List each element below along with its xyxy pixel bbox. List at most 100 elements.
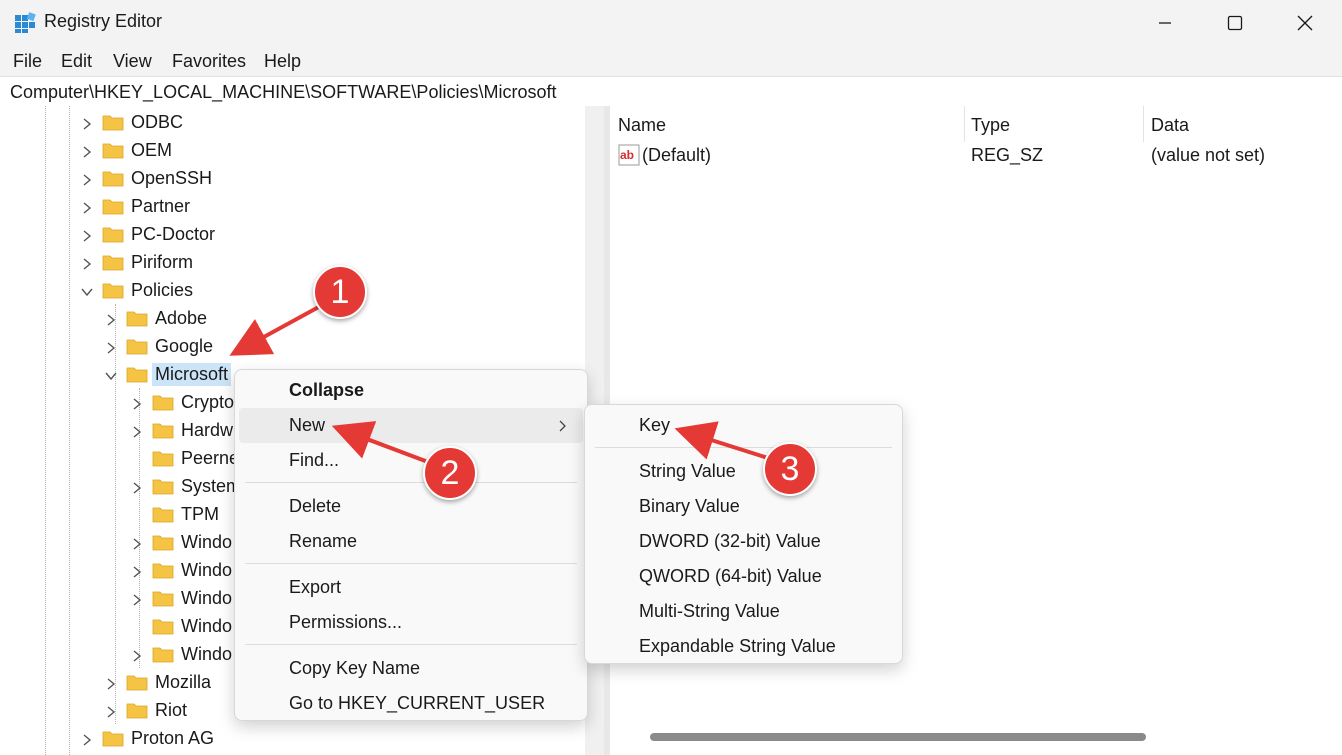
menu-favorites[interactable]: Favorites xyxy=(172,51,246,72)
menu-item-expandable-string-value[interactable]: Expandable String Value xyxy=(589,629,898,664)
close-button[interactable] xyxy=(1270,0,1340,46)
menu-item-new[interactable]: New xyxy=(239,408,583,443)
chevron-right-icon[interactable] xyxy=(130,395,144,410)
address-bar[interactable]: Computer\HKEY_LOCAL_MACHINE\SOFTWARE\Pol… xyxy=(0,76,1342,108)
menu-separator xyxy=(595,447,892,448)
tree-node[interactable]: Windo xyxy=(130,556,235,584)
menu-item-string-value[interactable]: String Value xyxy=(589,454,898,489)
tree-node[interactable]: Partner xyxy=(80,192,193,220)
chevron-right-icon[interactable] xyxy=(104,703,118,718)
folder-icon xyxy=(102,226,124,243)
folder-icon xyxy=(126,338,148,355)
tree-node[interactable]: Piriform xyxy=(80,248,196,276)
menu-help[interactable]: Help xyxy=(264,51,301,72)
chevron-right-icon[interactable] xyxy=(130,535,144,550)
chevron-right-icon[interactable] xyxy=(80,255,94,270)
tree-node[interactable]: OpenSSH xyxy=(80,164,215,192)
minimize-button[interactable] xyxy=(1130,0,1200,46)
tree-node[interactable]: Policies xyxy=(80,276,196,304)
chevron-down-icon[interactable] xyxy=(104,367,118,381)
maximize-icon xyxy=(1227,15,1243,31)
menu-item-multi-string-value[interactable]: Multi-String Value xyxy=(589,594,898,629)
tree-node-selected[interactable]: Microsoft xyxy=(104,360,232,388)
chevron-right-icon[interactable] xyxy=(130,423,144,438)
tree-node[interactable]: Crypto xyxy=(130,388,237,416)
chevron-right-icon[interactable] xyxy=(104,339,118,354)
tree-node[interactable]: Windo xyxy=(130,584,235,612)
folder-icon xyxy=(152,618,174,635)
tree-node-label: PC-Doctor xyxy=(131,223,216,244)
close-icon xyxy=(1297,15,1313,31)
chevron-right-icon[interactable] xyxy=(130,591,144,606)
folder-icon xyxy=(102,170,124,187)
folder-icon xyxy=(102,198,124,215)
address-path[interactable]: Computer\HKEY_LOCAL_MACHINE\SOFTWARE\Pol… xyxy=(10,82,556,103)
value-type: REG_SZ xyxy=(971,145,1044,165)
chevron-right-icon[interactable] xyxy=(80,731,94,746)
column-divider[interactable] xyxy=(964,106,965,142)
tree-node-label: Peerne xyxy=(181,447,240,468)
column-header-data[interactable]: Data xyxy=(1151,115,1189,136)
tree-node[interactable]: System xyxy=(130,472,244,500)
menu-item-qword-value[interactable]: QWORD (64-bit) Value xyxy=(589,559,898,594)
folder-icon xyxy=(152,646,174,663)
tree-guide-line xyxy=(69,106,70,755)
tree-node-label: Windo xyxy=(181,587,233,608)
menu-item-go-to-hkcu[interactable]: Go to HKEY_CURRENT_USER xyxy=(239,686,583,721)
chevron-down-icon[interactable] xyxy=(80,283,94,297)
menu-item-dword-value[interactable]: DWORD (32-bit) Value xyxy=(589,524,898,559)
tree-node[interactable]: OEM xyxy=(80,136,175,164)
column-header-type[interactable]: Type xyxy=(971,115,1010,136)
tree-node[interactable]: ODBC xyxy=(80,108,186,136)
chevron-right-icon[interactable] xyxy=(130,563,144,578)
menu-edit[interactable]: Edit xyxy=(61,51,92,72)
tree-node[interactable]: Mozilla xyxy=(104,668,214,696)
folder-icon xyxy=(126,702,148,719)
menu-item-permissions[interactable]: Permissions... xyxy=(239,605,583,640)
tree-node-label: Windo xyxy=(181,531,233,552)
tree-node[interactable]: Peerne xyxy=(130,444,242,472)
tree-node-label: Microsoft xyxy=(152,362,232,386)
menu-view[interactable]: View xyxy=(113,51,152,72)
tree-node[interactable]: PC-Doctor xyxy=(80,220,218,248)
tree-node[interactable]: Windo xyxy=(130,612,235,640)
tree-node[interactable]: Hardw xyxy=(130,416,236,444)
menu-item-rename[interactable]: Rename xyxy=(239,524,583,559)
menu-item-export[interactable]: Export xyxy=(239,570,583,605)
tree-node[interactable]: Adobe xyxy=(104,304,210,332)
folder-icon xyxy=(152,590,174,607)
tree-node[interactable]: TPM xyxy=(130,500,222,528)
chevron-right-icon[interactable] xyxy=(80,171,94,186)
chevron-right-icon[interactable] xyxy=(80,115,94,130)
tree-node[interactable]: Riot xyxy=(104,696,190,724)
menu-item-binary-value[interactable]: Binary Value xyxy=(589,489,898,524)
chevron-right-icon[interactable] xyxy=(80,143,94,158)
tree-node[interactable]: Windo xyxy=(130,528,235,556)
chevron-right-icon[interactable] xyxy=(80,227,94,242)
menu-item-collapse[interactable]: Collapse xyxy=(239,373,583,408)
tree-node[interactable]: Proton AG xyxy=(80,724,217,752)
menu-separator xyxy=(245,644,577,645)
tree-node-label: Piriform xyxy=(131,251,193,272)
menu-item-copy-key-name[interactable]: Copy Key Name xyxy=(239,651,583,686)
menu-item-new-key[interactable]: Key xyxy=(589,408,898,443)
maximize-button[interactable] xyxy=(1200,0,1270,46)
column-divider[interactable] xyxy=(1143,106,1144,142)
tree-node[interactable]: Google xyxy=(104,332,216,360)
tree-node-label: Windo xyxy=(181,615,233,636)
chevron-right-icon[interactable] xyxy=(130,479,144,494)
tree-node-label: Hardw xyxy=(181,419,234,440)
column-header-name[interactable]: Name xyxy=(618,115,666,136)
chevron-right-icon xyxy=(559,420,566,432)
tree-node-label: TPM xyxy=(181,503,219,524)
chevron-right-icon[interactable] xyxy=(130,647,144,662)
tree-node[interactable]: Windo xyxy=(130,640,235,668)
menu-item-delete[interactable]: Delete xyxy=(239,489,583,524)
chevron-right-icon[interactable] xyxy=(104,675,118,690)
menu-file[interactable]: File xyxy=(13,51,42,72)
chevron-right-icon[interactable] xyxy=(104,311,118,326)
horizontal-scrollbar-thumb[interactable] xyxy=(650,733,1146,741)
annotation-badge-1: 1 xyxy=(313,265,367,319)
menu-item-find[interactable]: Find... xyxy=(239,443,583,478)
chevron-right-icon[interactable] xyxy=(80,199,94,214)
